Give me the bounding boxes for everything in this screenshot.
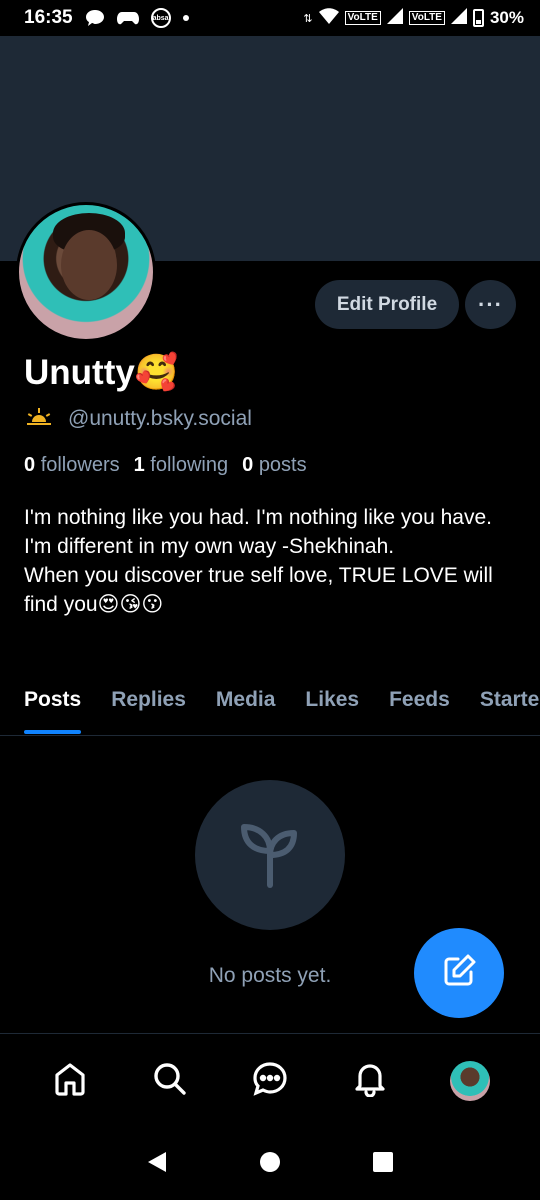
system-back-button[interactable] bbox=[137, 1144, 177, 1184]
profile-tabs: Posts Replies Media Likes Feeds Starter … bbox=[0, 672, 540, 736]
chat-bubble-icon bbox=[85, 9, 105, 27]
battery-icon bbox=[472, 9, 484, 27]
compose-icon bbox=[441, 953, 477, 994]
back-triangle-icon bbox=[145, 1150, 169, 1179]
bottom-navigation bbox=[0, 1033, 540, 1128]
tab-starter-packs[interactable]: Starter Packs bbox=[480, 672, 540, 735]
profile-bio: I'm nothing like you had. I'm nothing li… bbox=[24, 506, 493, 616]
tab-replies[interactable]: Replies bbox=[111, 672, 186, 735]
profile-stats: 0 followers 1 following 0 posts bbox=[24, 454, 307, 477]
nav-search[interactable] bbox=[140, 1051, 200, 1111]
tab-feeds[interactable]: Feeds bbox=[389, 672, 450, 735]
sun-icon bbox=[24, 406, 54, 432]
profile-avatar-small bbox=[450, 1061, 490, 1101]
wifi-icon bbox=[318, 7, 339, 29]
handle-row: @unutty.bsky.social bbox=[24, 406, 252, 432]
followers-stat[interactable]: 0 followers bbox=[24, 454, 120, 477]
system-navigation-bar bbox=[0, 1128, 540, 1200]
home-icon bbox=[52, 1061, 88, 1102]
chat-icon bbox=[252, 1061, 288, 1102]
tab-media[interactable]: Media bbox=[216, 672, 276, 735]
sprout-icon bbox=[232, 815, 308, 896]
posts-stat: 0 posts bbox=[242, 454, 307, 476]
signal-icon-2 bbox=[450, 7, 467, 29]
battery-percent: 30% bbox=[489, 8, 524, 27]
bell-icon bbox=[352, 1061, 388, 1102]
home-circle-icon bbox=[258, 1150, 282, 1179]
nav-profile[interactable] bbox=[440, 1051, 500, 1111]
data-arrows-icon: ⇅ bbox=[303, 12, 313, 25]
system-home-button[interactable] bbox=[250, 1144, 290, 1184]
profile-handle[interactable]: @unutty.bsky.social bbox=[68, 407, 252, 431]
search-icon bbox=[152, 1061, 188, 1102]
compose-post-button[interactable] bbox=[414, 928, 504, 1018]
notification-dot-icon bbox=[182, 15, 189, 21]
following-stat[interactable]: 1 following bbox=[134, 454, 229, 477]
edit-profile-button[interactable]: Edit Profile bbox=[315, 280, 459, 329]
status-bar: 16:35 absa ⇅ VoLTE VoLTE 30% bbox=[0, 0, 540, 36]
absa-app-icon: absa bbox=[150, 8, 171, 28]
more-options-button[interactable]: ··· bbox=[465, 280, 516, 329]
signal-icon-1 bbox=[386, 7, 403, 29]
volte-badge-2: VoLTE bbox=[408, 11, 445, 25]
status-time: 16:35 bbox=[24, 7, 73, 28]
game-controller-icon bbox=[116, 10, 139, 26]
recents-square-icon bbox=[371, 1150, 395, 1179]
nav-home[interactable] bbox=[40, 1051, 100, 1111]
profile-avatar[interactable] bbox=[16, 202, 156, 342]
display-name: Unutty🥰 bbox=[24, 353, 179, 392]
empty-state-circle bbox=[195, 780, 345, 930]
nav-notifications[interactable] bbox=[340, 1051, 400, 1111]
system-recents-button[interactable] bbox=[363, 1144, 403, 1184]
nav-chat[interactable] bbox=[240, 1051, 300, 1111]
volte-badge-1: VoLTE bbox=[344, 11, 381, 25]
tab-likes[interactable]: Likes bbox=[305, 672, 359, 735]
tab-posts[interactable]: Posts bbox=[24, 672, 82, 735]
